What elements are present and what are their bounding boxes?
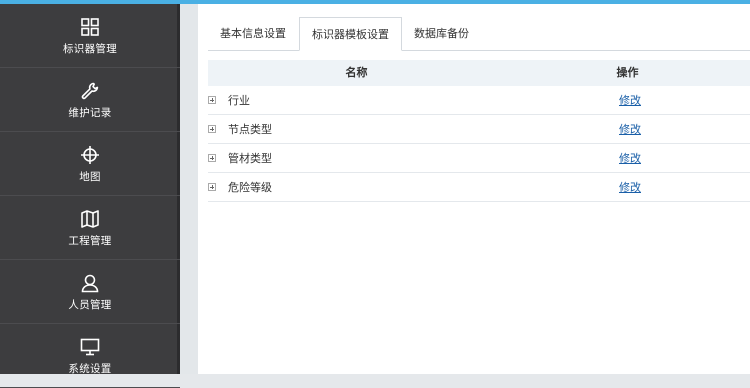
table-row: 管材类型 修改 (208, 144, 750, 173)
sidebar-item-label: 维护记录 (68, 106, 112, 119)
sidebar-item-label: 人员管理 (68, 298, 112, 311)
map-icon (80, 208, 100, 230)
wrench-icon (80, 80, 100, 102)
expand-icon[interactable] (208, 125, 216, 133)
sidebar: 标识器管理 维护记录 地图 工程管理 人员管理 系统设置 (0, 4, 180, 388)
sidebar-item-label: 标识器管理 (63, 42, 117, 55)
tab-bar: 基本信息设置 标识器模板设置 数据库备份 (208, 17, 750, 51)
sidebar-item-map[interactable]: 地图 (0, 132, 180, 196)
tab-marker-template[interactable]: 标识器模板设置 (299, 17, 402, 51)
sidebar-item-label: 地图 (79, 170, 101, 183)
edit-link[interactable]: 修改 (619, 121, 641, 137)
table-row: 节点类型 修改 (208, 115, 750, 144)
sidebar-item-personnel-management[interactable]: 人员管理 (0, 260, 180, 324)
sidebar-item-label: 工程管理 (68, 234, 112, 247)
sidebar-item-system-settings[interactable]: 系统设置 (0, 324, 180, 388)
expand-icon[interactable] (208, 96, 216, 104)
gutter (180, 4, 198, 374)
grid-icon (80, 16, 100, 38)
tab-basic-info[interactable]: 基本信息设置 (208, 17, 298, 50)
tab-database-backup[interactable]: 数据库备份 (402, 17, 481, 50)
row-name: 管材类型 (228, 152, 272, 165)
crosshair-icon (80, 144, 100, 166)
row-name: 节点类型 (228, 123, 272, 136)
sidebar-item-label: 系统设置 (68, 362, 112, 375)
table-header: 名称 操作 (208, 60, 750, 86)
table-row: 危险等级 修改 (208, 173, 750, 202)
sidebar-item-maintenance-records[interactable]: 维护记录 (0, 68, 180, 132)
row-name: 行业 (228, 94, 250, 107)
edit-link[interactable]: 修改 (619, 150, 641, 166)
column-header-name: 名称 (345, 66, 368, 79)
expand-icon[interactable] (208, 183, 216, 191)
table-row: 行业 修改 (208, 86, 750, 115)
sidebar-item-project-management[interactable]: 工程管理 (0, 196, 180, 260)
row-name: 危险等级 (228, 181, 272, 194)
edit-link[interactable]: 修改 (619, 92, 641, 108)
monitor-icon (80, 336, 100, 358)
edit-link[interactable]: 修改 (619, 179, 641, 195)
main-panel: 基本信息设置 标识器模板设置 数据库备份 名称 操作 行业 修改 节点类型 修改… (198, 4, 750, 374)
user-icon (80, 272, 100, 294)
sidebar-item-marker-management[interactable]: 标识器管理 (0, 4, 180, 68)
template-table: 名称 操作 行业 修改 节点类型 修改 管材类型 修改 危险等级 修改 (208, 60, 750, 202)
column-header-operation: 操作 (616, 66, 639, 79)
expand-icon[interactable] (208, 154, 216, 162)
